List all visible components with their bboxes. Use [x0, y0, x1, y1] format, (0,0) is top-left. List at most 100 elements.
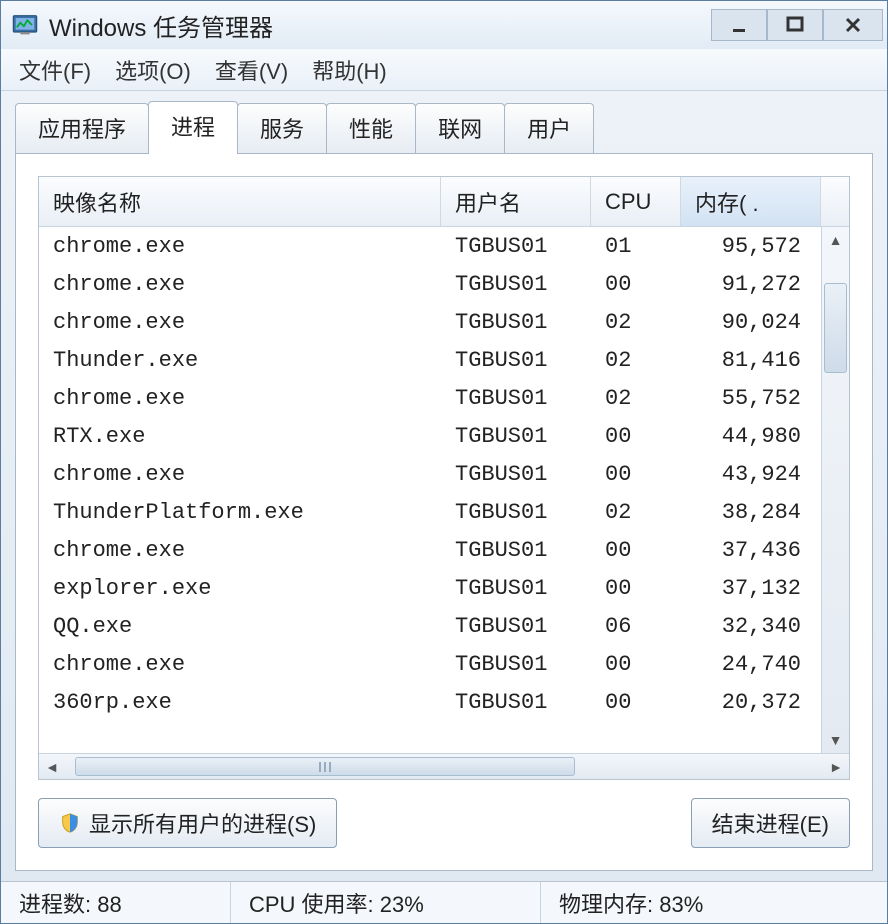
table-row[interactable]: chrome.exeTGBUS010043,924: [39, 455, 821, 493]
cell-cpu: 06: [591, 614, 681, 639]
cell-image-name: chrome.exe: [39, 652, 441, 677]
table-row[interactable]: chrome.exeTGBUS010091,272: [39, 265, 821, 303]
vscroll-track[interactable]: [822, 253, 849, 727]
show-all-users-label: 显示所有用户的进程(S): [89, 807, 316, 839]
cell-memory: 37,132: [681, 576, 821, 601]
cell-user-name: TGBUS01: [441, 576, 591, 601]
cell-memory: 37,436: [681, 538, 821, 563]
cell-memory: 20,372: [681, 690, 821, 715]
cell-cpu: 02: [591, 500, 681, 525]
menu-file[interactable]: 文件(F): [19, 54, 91, 86]
menubar: 文件(F) 选项(O) 查看(V) 帮助(H): [1, 49, 887, 91]
cell-image-name: chrome.exe: [39, 538, 441, 563]
close-button[interactable]: [823, 9, 883, 41]
table-row[interactable]: chrome.exeTGBUS010255,752: [39, 379, 821, 417]
table-row[interactable]: Thunder.exeTGBUS010281,416: [39, 341, 821, 379]
table-row[interactable]: chrome.exeTGBUS010024,740: [39, 645, 821, 683]
window-controls: [711, 9, 883, 41]
cell-image-name: chrome.exe: [39, 462, 441, 487]
maximize-button[interactable]: [767, 9, 823, 41]
tab-networking[interactable]: 联网: [415, 103, 505, 154]
minimize-button[interactable]: [711, 9, 767, 41]
tab-performance[interactable]: 性能: [326, 103, 416, 154]
tab-services[interactable]: 服务: [237, 103, 327, 154]
cell-user-name: TGBUS01: [441, 500, 591, 525]
scroll-left-icon[interactable]: ◄: [39, 759, 65, 775]
cell-memory: 32,340: [681, 614, 821, 639]
cell-cpu: 00: [591, 538, 681, 563]
cell-cpu: 00: [591, 690, 681, 715]
cell-cpu: 00: [591, 272, 681, 297]
cell-cpu: 00: [591, 576, 681, 601]
table-row[interactable]: RTX.exeTGBUS010044,980: [39, 417, 821, 455]
tab-content: 映像名称 用户名 CPU 内存( . chrome.exeTGBUS010195…: [15, 153, 873, 871]
cell-image-name: chrome.exe: [39, 234, 441, 259]
menu-help[interactable]: 帮助(H): [312, 54, 387, 86]
table-row[interactable]: QQ.exeTGBUS010632,340: [39, 607, 821, 645]
table-row[interactable]: chrome.exeTGBUS010195,572: [39, 227, 821, 265]
cell-image-name: chrome.exe: [39, 386, 441, 411]
cell-user-name: TGBUS01: [441, 538, 591, 563]
header-scroll-spacer: [821, 177, 849, 226]
cell-image-name: ThunderPlatform.exe: [39, 500, 441, 525]
end-process-label: 结束进程(E): [712, 807, 829, 839]
column-cpu[interactable]: CPU: [591, 177, 681, 226]
close-icon: [843, 15, 863, 35]
status-physical-memory: 物理内存: 83%: [541, 882, 887, 923]
cell-image-name: chrome.exe: [39, 310, 441, 335]
table-row[interactable]: ThunderPlatform.exeTGBUS010238,284: [39, 493, 821, 531]
show-all-users-button[interactable]: 显示所有用户的进程(S): [38, 798, 337, 848]
horizontal-scrollbar[interactable]: ◄ ►: [39, 753, 849, 779]
cell-memory: 43,924: [681, 462, 821, 487]
vscroll-thumb[interactable]: [824, 283, 847, 373]
hscroll-thumb[interactable]: [75, 757, 575, 776]
minimize-icon: [729, 15, 749, 35]
table-row[interactable]: chrome.exeTGBUS010290,024: [39, 303, 821, 341]
table-body[interactable]: chrome.exeTGBUS010195,572chrome.exeTGBUS…: [39, 227, 821, 721]
scroll-up-icon[interactable]: ▲: [822, 227, 849, 253]
cell-cpu: 02: [591, 310, 681, 335]
menu-options[interactable]: 选项(O): [115, 54, 191, 86]
cell-cpu: 00: [591, 462, 681, 487]
cell-memory: 81,416: [681, 348, 821, 373]
cell-memory: 90,024: [681, 310, 821, 335]
hscroll-track[interactable]: [65, 754, 823, 779]
column-image-name[interactable]: 映像名称: [39, 177, 441, 226]
column-memory[interactable]: 内存( .: [681, 177, 821, 226]
table-row[interactable]: 360rp.exeTGBUS010020,372: [39, 683, 821, 721]
cell-memory: 24,740: [681, 652, 821, 677]
cell-cpu: 00: [591, 424, 681, 449]
cell-image-name: RTX.exe: [39, 424, 441, 449]
cell-image-name: 360rp.exe: [39, 690, 441, 715]
tab-users[interactable]: 用户: [504, 103, 594, 154]
cell-image-name: chrome.exe: [39, 272, 441, 297]
status-process-count: 进程数: 88: [1, 882, 231, 923]
cell-image-name: explorer.exe: [39, 576, 441, 601]
menu-view[interactable]: 查看(V): [215, 54, 288, 86]
cell-user-name: TGBUS01: [441, 272, 591, 297]
cell-user-name: TGBUS01: [441, 234, 591, 259]
cell-cpu: 00: [591, 652, 681, 677]
scroll-right-icon[interactable]: ►: [823, 759, 849, 775]
cell-user-name: TGBUS01: [441, 462, 591, 487]
scroll-down-icon[interactable]: ▼: [822, 727, 849, 753]
cell-user-name: TGBUS01: [441, 310, 591, 335]
table-row[interactable]: chrome.exeTGBUS010037,436: [39, 531, 821, 569]
table-row[interactable]: explorer.exeTGBUS010037,132: [39, 569, 821, 607]
cell-memory: 91,272: [681, 272, 821, 297]
tab-applications[interactable]: 应用程序: [15, 103, 149, 154]
tab-processes[interactable]: 进程: [148, 101, 238, 154]
tabstrip: 应用程序 进程 服务 性能 联网 用户: [1, 91, 887, 154]
table-header: 映像名称 用户名 CPU 内存( .: [39, 177, 849, 227]
vertical-scrollbar[interactable]: ▲ ▼: [821, 227, 849, 753]
cell-memory: 95,572: [681, 234, 821, 259]
cell-cpu: 01: [591, 234, 681, 259]
column-user-name[interactable]: 用户名: [441, 177, 591, 226]
cell-cpu: 02: [591, 386, 681, 411]
shield-icon: [59, 812, 81, 834]
button-row: 显示所有用户的进程(S) 结束进程(E): [38, 798, 850, 848]
titlebar[interactable]: Windows 任务管理器: [1, 1, 887, 49]
statusbar: 进程数: 88 CPU 使用率: 23% 物理内存: 83%: [1, 881, 887, 923]
end-process-button[interactable]: 结束进程(E): [691, 798, 850, 848]
cell-memory: 55,752: [681, 386, 821, 411]
